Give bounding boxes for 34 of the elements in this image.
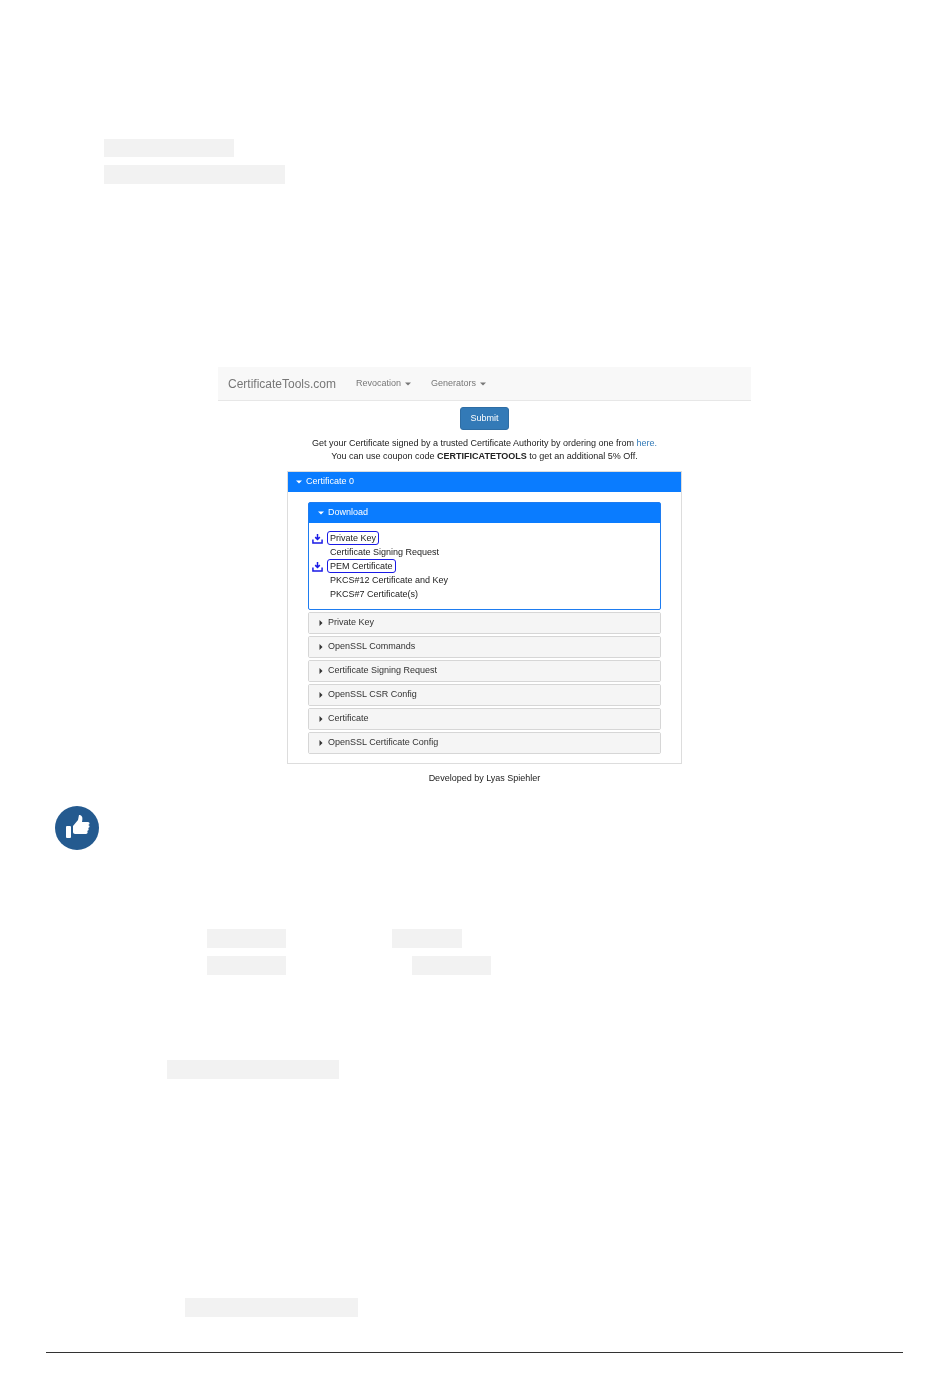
nav-dropdown[interactable]: Generators xyxy=(431,376,487,391)
caret-icon xyxy=(318,510,324,516)
section-header[interactable]: Private Key xyxy=(309,613,660,633)
footer-text: Developed by Lyas Spiehler xyxy=(427,772,542,785)
submit-button[interactable]: Submit xyxy=(460,407,509,430)
caret-icon xyxy=(318,644,324,650)
section-header[interactable]: Certificate xyxy=(309,709,660,729)
section-header[interactable]: OpenSSL CSR Config xyxy=(309,685,660,705)
download-link[interactable]: PEM Certificate xyxy=(327,559,396,573)
certificate-header[interactable]: Certificate 0 xyxy=(288,472,681,492)
notice-text: Get your Certificate signed by a trusted Certificate Authority by ordering one from here. xyxy=(310,437,659,450)
caret-icon xyxy=(480,380,487,387)
caret-icon xyxy=(318,740,324,746)
section-header[interactable]: OpenSSL Commands xyxy=(309,637,660,657)
download-link[interactable]: Certificate Signing Request xyxy=(327,545,443,559)
section-header[interactable]: Download xyxy=(309,503,660,523)
download-link[interactable]: PKCS#7 Certificate(s) xyxy=(327,587,422,601)
section-header[interactable]: OpenSSL Certificate Config xyxy=(309,733,660,753)
caret-icon xyxy=(318,692,324,698)
brand-link[interactable]: CertificateTools.com xyxy=(228,374,337,393)
download-link[interactable]: Private Key xyxy=(327,531,380,545)
caret-icon xyxy=(405,380,412,387)
coupon-text: You can use coupon code CERTIFICATETOOLS to get an additional 5% Off. xyxy=(330,450,639,463)
here-link[interactable]: here. xyxy=(636,438,658,448)
caret-icon xyxy=(318,620,324,626)
caret-icon xyxy=(318,668,324,674)
section-header[interactable]: Certificate Signing Request xyxy=(309,661,660,681)
download-icon xyxy=(312,532,323,544)
nav-dropdown[interactable]: Revocation xyxy=(356,376,412,391)
thumbs-up-icon xyxy=(55,805,99,850)
download-icon xyxy=(312,560,323,572)
caret-icon xyxy=(318,716,324,722)
download-link[interactable]: PKCS#12 Certificate and Key xyxy=(327,573,452,587)
caret-icon xyxy=(296,479,302,485)
